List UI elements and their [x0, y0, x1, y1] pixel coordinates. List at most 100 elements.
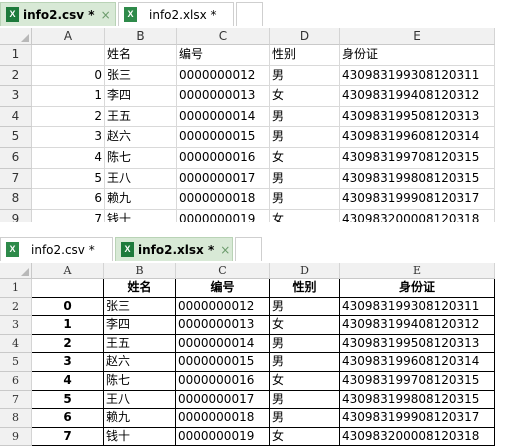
- table-cell[interactable]: 3: [32, 127, 105, 148]
- table-cell[interactable]: 女: [270, 86, 340, 107]
- select-all-corner[interactable]: [0, 263, 32, 279]
- table-cell[interactable]: 1: [32, 86, 105, 107]
- close-icon[interactable]: ×: [101, 8, 111, 22]
- table-cell[interactable]: 男: [270, 353, 340, 372]
- table-cell[interactable]: 男: [270, 334, 340, 354]
- header-cell[interactable]: 性别: [270, 279, 340, 298]
- table-cell[interactable]: 7: [32, 209, 105, 222]
- tab-info2-xlsx[interactable]: X info2.xlsx *: [118, 2, 234, 26]
- header-cell[interactable]: 身份证: [340, 279, 495, 298]
- table-cell[interactable]: 430983200008120318: [340, 209, 495, 222]
- table-cell[interactable]: 男: [270, 297, 340, 317]
- row-header-1[interactable]: 1: [0, 45, 32, 66]
- header-cell[interactable]: 性别: [270, 45, 340, 66]
- header-cell[interactable]: [32, 45, 105, 66]
- table-cell[interactable]: 4: [32, 148, 105, 169]
- table-cell[interactable]: 430983199908120317: [340, 189, 495, 210]
- column-header-d[interactable]: D: [270, 263, 340, 279]
- table-cell[interactable]: 430983199508120313: [340, 334, 495, 354]
- row-header-3[interactable]: 3: [0, 316, 32, 335]
- row-header-9[interactable]: 9: [0, 209, 32, 222]
- table-cell[interactable]: 0000000012: [176, 297, 270, 317]
- table-cell[interactable]: 5: [32, 168, 105, 190]
- table-cell[interactable]: 0000000016: [176, 372, 270, 391]
- header-cell[interactable]: 编号: [177, 45, 270, 66]
- table-cell[interactable]: 0: [32, 65, 105, 87]
- table-cell[interactable]: 0000000015: [177, 127, 270, 148]
- header-cell[interactable]: [32, 279, 104, 298]
- row-header-5[interactable]: 5: [0, 127, 32, 148]
- table-cell[interactable]: 男: [270, 189, 340, 210]
- table-cell[interactable]: 430983199608120314: [340, 353, 495, 372]
- table-cell[interactable]: 李四: [105, 86, 177, 107]
- table-cell[interactable]: 0000000013: [176, 316, 270, 335]
- table-cell[interactable]: 张三: [105, 65, 177, 87]
- table-cell[interactable]: 男: [270, 168, 340, 190]
- column-header-c[interactable]: C: [176, 263, 270, 279]
- column-header-e[interactable]: E: [340, 28, 495, 45]
- table-cell[interactable]: 0000000018: [176, 409, 270, 428]
- row-header-6[interactable]: 6: [0, 148, 32, 169]
- table-cell[interactable]: 0000000019: [177, 209, 270, 222]
- table-cell[interactable]: 430983199708120315: [340, 148, 495, 169]
- table-cell[interactable]: 1: [32, 316, 104, 335]
- row-header-7[interactable]: 7: [0, 390, 32, 410]
- table-cell[interactable]: 430983199408120312: [340, 86, 495, 107]
- table-cell[interactable]: 李四: [104, 316, 176, 335]
- table-cell[interactable]: 女: [270, 372, 340, 391]
- column-header-d[interactable]: D: [270, 28, 340, 45]
- table-cell[interactable]: 6: [32, 189, 105, 210]
- table-cell[interactable]: 男: [270, 390, 340, 410]
- table-cell[interactable]: 430983199808120315: [340, 168, 495, 190]
- row-header-8[interactable]: 8: [0, 409, 32, 428]
- table-cell[interactable]: 430983199308120311: [340, 65, 495, 87]
- row-header-5[interactable]: 5: [0, 353, 32, 372]
- table-cell[interactable]: 张三: [104, 297, 176, 317]
- row-header-1[interactable]: 1: [0, 279, 32, 298]
- row-header-9[interactable]: 9: [0, 427, 32, 446]
- table-cell[interactable]: 钱十: [105, 209, 177, 222]
- table-cell[interactable]: 男: [270, 106, 340, 128]
- table-cell[interactable]: 0000000014: [177, 106, 270, 128]
- column-header-a[interactable]: A: [32, 28, 105, 45]
- table-cell[interactable]: 陈七: [104, 372, 176, 391]
- table-cell[interactable]: 赖九: [105, 189, 177, 210]
- table-cell[interactable]: 7: [32, 427, 104, 446]
- table-cell[interactable]: 0000000016: [177, 148, 270, 169]
- column-header-e[interactable]: E: [340, 263, 495, 279]
- table-cell[interactable]: 王八: [104, 390, 176, 410]
- table-cell[interactable]: 钱十: [104, 427, 176, 446]
- close-icon[interactable]: ×: [220, 243, 230, 257]
- table-cell[interactable]: 0000000013: [177, 86, 270, 107]
- table-cell[interactable]: 0000000015: [176, 353, 270, 372]
- column-header-b[interactable]: B: [104, 263, 176, 279]
- table-cell[interactable]: 赖九: [104, 409, 176, 428]
- new-tab-button[interactable]: [236, 2, 263, 26]
- table-cell[interactable]: 女: [270, 148, 340, 169]
- table-cell[interactable]: 0000000017: [176, 390, 270, 410]
- select-all-corner[interactable]: [0, 28, 32, 45]
- row-header-2[interactable]: 2: [0, 297, 32, 317]
- table-cell[interactable]: 女: [270, 316, 340, 335]
- table-cell[interactable]: 430983199908120317: [340, 409, 495, 428]
- table-cell[interactable]: 430983199308120311: [340, 297, 495, 317]
- table-cell[interactable]: 王五: [104, 334, 176, 354]
- table-cell[interactable]: 430983199708120315: [340, 372, 495, 391]
- header-cell[interactable]: 姓名: [104, 279, 176, 298]
- table-cell[interactable]: 王八: [105, 168, 177, 190]
- row-header-7[interactable]: 7: [0, 168, 32, 190]
- column-header-a[interactable]: A: [32, 263, 104, 279]
- tab-info2-csv[interactable]: X info2.csv * ×: [0, 2, 116, 26]
- table-cell[interactable]: 430983199808120315: [340, 390, 495, 410]
- table-cell[interactable]: 430983199508120313: [340, 106, 495, 128]
- column-header-b[interactable]: B: [105, 28, 177, 45]
- row-header-4[interactable]: 4: [0, 106, 32, 128]
- row-header-3[interactable]: 3: [0, 86, 32, 107]
- table-cell[interactable]: 0000000014: [176, 334, 270, 354]
- table-cell[interactable]: 男: [270, 127, 340, 148]
- table-cell[interactable]: 王五: [105, 106, 177, 128]
- table-cell[interactable]: 430983199608120314: [340, 127, 495, 148]
- table-cell[interactable]: 0000000017: [177, 168, 270, 190]
- table-cell[interactable]: 6: [32, 409, 104, 428]
- table-cell[interactable]: 0000000019: [176, 427, 270, 446]
